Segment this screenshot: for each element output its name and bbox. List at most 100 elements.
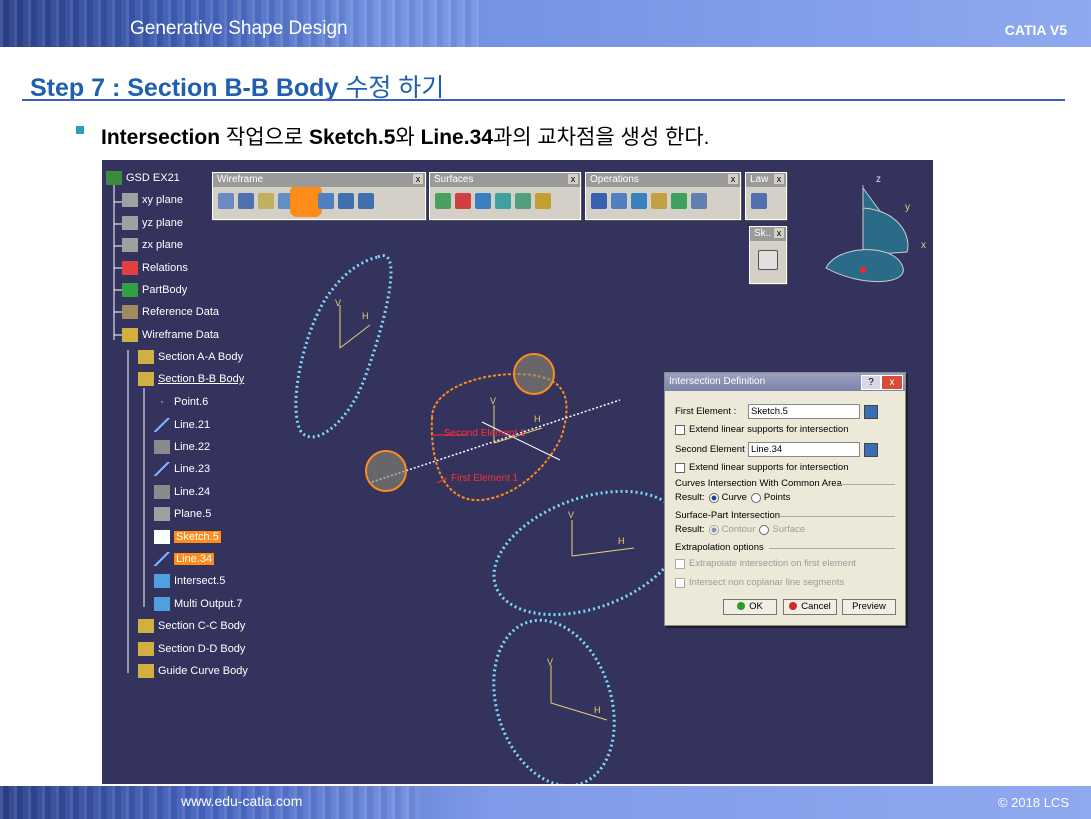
geometry-set-icon xyxy=(138,642,154,656)
operations-toolbar: Operations x xyxy=(585,172,741,220)
tree-label: yz plane xyxy=(142,217,183,229)
sweep-tool-icon[interactable] xyxy=(475,193,491,209)
tree-item-relations[interactable]: Relations xyxy=(122,259,188,277)
point-tool-icon[interactable] xyxy=(218,193,234,209)
line-tool-icon[interactable] xyxy=(238,193,254,209)
tree-item-line-22[interactable]: Line.22 xyxy=(154,438,210,456)
tree-item-section-d-d[interactable]: Section D-D Body xyxy=(138,640,245,658)
tree-item-section-c-c[interactable]: Section C-C Body xyxy=(138,617,245,635)
tree-item-line-24[interactable]: Line.24 xyxy=(154,483,210,501)
tree-item-root[interactable]: GSD EX21 xyxy=(106,169,180,187)
extrap1-checkbox[interactable] xyxy=(675,558,685,569)
help-button[interactable]: ? xyxy=(861,375,881,390)
tree-item-multi-output-7[interactable]: Multi Output.7 xyxy=(154,595,242,613)
close-icon[interactable]: x xyxy=(774,174,784,184)
extend1-label: Extend linear supports for intersection xyxy=(689,424,849,435)
second-element-field[interactable]: Line.34 xyxy=(748,442,860,457)
multisection-tool-icon[interactable] xyxy=(515,193,531,209)
boundary-tool-icon[interactable] xyxy=(631,193,647,209)
tree-label: Line.34 xyxy=(174,553,215,565)
spline-tool-icon[interactable] xyxy=(358,193,374,209)
line-icon xyxy=(154,462,170,476)
close-icon[interactable]: x xyxy=(568,174,578,184)
tree-item-section-a-a[interactable]: Section A-A Body xyxy=(138,348,243,366)
extrap-group-label: Extrapolation options xyxy=(675,542,764,553)
close-icon[interactable]: x xyxy=(728,174,738,184)
fillet-tool-icon[interactable] xyxy=(651,193,667,209)
surface-radio[interactable] xyxy=(759,524,770,535)
axis-h-label-3: H xyxy=(618,536,625,546)
extend2-row[interactable]: Extend linear supports for intersection xyxy=(675,462,848,473)
dialog-close-button[interactable]: x xyxy=(881,375,903,390)
selector-icon[interactable] xyxy=(864,404,878,419)
tree-item-line-21[interactable]: Line.21 xyxy=(154,416,210,434)
projection-tool-icon[interactable] xyxy=(278,193,294,209)
close-icon[interactable]: x xyxy=(413,174,423,184)
extend2-checkbox[interactable] xyxy=(675,462,685,473)
tree-item-guide-curve[interactable]: Guide Curve Body xyxy=(138,662,248,680)
preview-button[interactable]: Preview xyxy=(842,599,896,615)
axis-x-label: x xyxy=(921,240,926,251)
header-brand: CATIA V5 xyxy=(1004,22,1067,38)
ok-button[interactable]: OK xyxy=(723,599,777,615)
tree-item-reference-data[interactable]: Reference Data xyxy=(122,303,219,321)
tree-item-line-23[interactable]: Line.23 xyxy=(154,460,210,478)
blend-tool-icon[interactable] xyxy=(535,193,551,209)
points-radio[interactable] xyxy=(750,492,761,503)
circle-tool-icon[interactable] xyxy=(338,193,354,209)
tree-item-line-34[interactable]: Line.34 xyxy=(154,550,215,568)
law-toolbar: Law x xyxy=(745,172,787,220)
extrap1-row[interactable]: Extrapolate intersection on first elemen… xyxy=(675,558,856,569)
tree-item-plane-5[interactable]: Plane.5 xyxy=(154,505,211,523)
gear-icon xyxy=(122,283,138,297)
sketch-tool-icon[interactable] xyxy=(758,250,778,270)
tree-item-zx-plane[interactable]: zx plane xyxy=(122,236,183,254)
tree-item-point-6[interactable]: · Point.6 xyxy=(154,393,208,411)
tree-label: Reference Data xyxy=(142,306,220,318)
part-icon xyxy=(106,171,122,185)
contour-radio[interactable] xyxy=(708,524,719,535)
footer-url[interactable]: www.edu-catia.com xyxy=(181,793,302,809)
extrude-tool-icon[interactable] xyxy=(435,193,451,209)
intersect-icon xyxy=(154,574,170,588)
law-tool-icon[interactable] xyxy=(751,193,767,209)
cancel-button[interactable]: Cancel xyxy=(783,599,837,615)
extend1-row[interactable]: Extend linear supports for intersection xyxy=(675,424,848,435)
extrap2-label: Intersect non coplanar line segments xyxy=(689,577,845,588)
extrap2-row[interactable]: Intersect non coplanar line segments xyxy=(675,577,844,588)
step-title-main: Step 7 : Section B-B Body xyxy=(30,74,339,102)
tree-item-partbody[interactable]: PartBody xyxy=(122,281,187,299)
split-tool-icon[interactable] xyxy=(611,193,627,209)
tree-item-yz-plane[interactable]: yz plane xyxy=(122,214,183,232)
close-icon[interactable]: x xyxy=(774,228,784,238)
tree-label: Section A-A Body xyxy=(158,351,243,363)
instruction-p5: Line.34 xyxy=(420,126,493,149)
line-icon xyxy=(154,418,170,432)
tree-item-xy-plane[interactable]: xy plane xyxy=(122,191,183,209)
plane-icon xyxy=(122,238,138,252)
intersection-tool-icon[interactable] xyxy=(298,193,314,209)
compass-widget xyxy=(825,185,909,283)
fill-tool-icon[interactable] xyxy=(495,193,511,209)
plane-tool-icon[interactable] xyxy=(258,193,274,209)
catia-viewport[interactable]: z y x Second Element 1 First Element 1 V… xyxy=(102,160,933,784)
tree-item-wireframe-data[interactable]: Wireframe Data xyxy=(122,326,219,344)
tree-label: Line.21 xyxy=(174,419,211,431)
tree-item-sketch-5[interactable]: Sketch.5 xyxy=(154,528,221,546)
curve-radio[interactable] xyxy=(708,492,719,503)
tree-label: Point.6 xyxy=(174,396,209,408)
revolve-tool-icon[interactable] xyxy=(455,193,471,209)
extend1-checkbox[interactable] xyxy=(675,424,685,435)
geometry-set-icon xyxy=(122,328,138,342)
extrapolate-tool-icon[interactable] xyxy=(691,193,707,209)
join-tool-icon[interactable] xyxy=(591,193,607,209)
instruction-p6: 과의 교차점을 생성 한다. xyxy=(492,126,710,149)
tree-item-intersect-5[interactable]: Intersect.5 xyxy=(154,572,225,590)
extrap2-checkbox[interactable] xyxy=(675,577,685,588)
selector-icon[interactable] xyxy=(864,442,878,457)
tree-item-section-b-b[interactable]: Section B-B Body xyxy=(138,370,244,388)
translate-tool-icon[interactable] xyxy=(671,193,687,209)
first-element-field[interactable]: Sketch.5 xyxy=(748,404,860,419)
offset-tool-icon[interactable] xyxy=(318,193,334,209)
sketcher-toolbar: Sk.. x xyxy=(749,226,787,284)
